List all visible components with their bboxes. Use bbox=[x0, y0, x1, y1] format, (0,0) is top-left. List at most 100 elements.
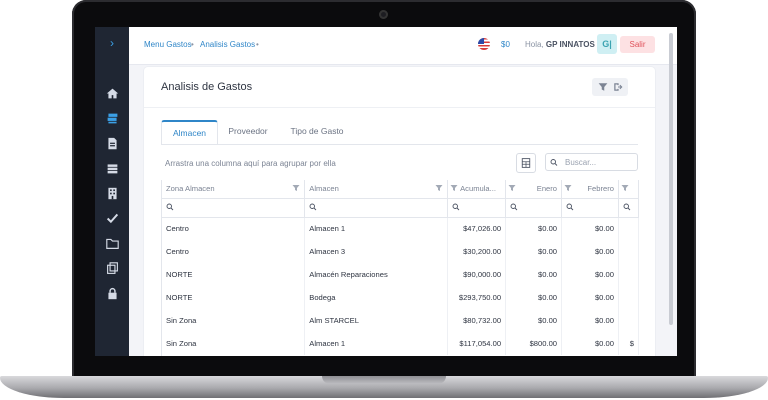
camera-icon bbox=[379, 10, 388, 19]
us-flag-icon[interactable] bbox=[478, 38, 490, 50]
search-icon bbox=[623, 203, 631, 210]
group-panel-hint[interactable]: Arrastra una columna aquí para agrupar p… bbox=[165, 159, 336, 168]
table-row[interactable]: Centro Almacen 3 $30,200.00 $0.00 $0.00 bbox=[162, 240, 639, 263]
column-filter-icon[interactable] bbox=[450, 184, 458, 192]
cell-zona: Sin Zona bbox=[162, 332, 306, 355]
breadcrumb-analisis-gastos[interactable]: Analisis Gastos bbox=[200, 40, 255, 49]
check-icon[interactable] bbox=[104, 210, 120, 226]
cell-zona: Centro bbox=[162, 217, 306, 240]
cell-almacen: Bodega bbox=[304, 286, 449, 309]
folder-icon[interactable] bbox=[104, 235, 120, 251]
top-bar: Menu Gastos • Analisis Gastos • $0 Hola,… bbox=[129, 27, 677, 65]
cell-almacen: Almacén Reparaciones bbox=[304, 263, 449, 286]
column-header-acumulado[interactable]: Acumula... bbox=[447, 180, 507, 199]
search-input[interactable] bbox=[563, 156, 637, 168]
cell-acumulado[interactable]: $90,000.00 bbox=[447, 263, 507, 286]
sidebar-toggle-chevron-right-icon[interactable]: › bbox=[104, 35, 120, 51]
page-scrollbar[interactable] bbox=[669, 33, 673, 325]
cell-zona: NORTE bbox=[162, 286, 306, 309]
cell-acumulado[interactable]: $117,054.00 bbox=[447, 332, 507, 355]
cell-almacen: Almacen 3 bbox=[304, 240, 449, 263]
column-header-marzo[interactable] bbox=[618, 180, 639, 199]
copy-icon[interactable] bbox=[104, 260, 120, 276]
search-icon bbox=[166, 203, 174, 210]
stack-icon[interactable] bbox=[104, 160, 120, 176]
home-icon[interactable] bbox=[104, 85, 120, 101]
table-row[interactable]: Sin Zona Alm STARCEL $80,732.00 $0.00 $0… bbox=[162, 309, 639, 332]
card-header-divider bbox=[144, 107, 655, 108]
cell-marzo bbox=[618, 309, 639, 332]
table-row[interactable]: NORTE Bodega $293,750.00 $0.00 $0.00 bbox=[162, 286, 639, 309]
cell-enero: $0.00 bbox=[505, 309, 563, 332]
cell-febrero: $0.00 bbox=[561, 286, 619, 309]
cell-enero[interactable]: $800.00 bbox=[505, 332, 563, 355]
header-row: Zona Almacen Almacen Acumula... Enero Fe… bbox=[162, 180, 639, 199]
cell-acumulado[interactable]: $293,750.00 bbox=[447, 286, 507, 309]
cell-acumulado[interactable]: $80,732.00 bbox=[447, 309, 507, 332]
column-filter-icon[interactable] bbox=[564, 184, 572, 192]
logout-button[interactable]: Salir bbox=[620, 36, 655, 53]
column-filter-icon[interactable] bbox=[508, 184, 516, 192]
tab-proveedor[interactable]: Proveedor bbox=[222, 120, 274, 142]
search-box bbox=[545, 153, 638, 171]
data-grid: Zona Almacen Almacen Acumula... Enero Fe… bbox=[161, 180, 639, 356]
cell-acumulado[interactable]: $47,026.00 bbox=[447, 217, 507, 240]
column-header-febrero[interactable]: Febrero bbox=[561, 180, 619, 199]
app-screen: › Menu Gastos • Analisis Gastos • $0 Hol… bbox=[95, 27, 677, 356]
cell-enero: $0.00 bbox=[505, 263, 563, 286]
breadcrumb-menu-gastos[interactable]: Menu Gastos bbox=[144, 40, 192, 49]
search-icon bbox=[309, 203, 317, 210]
column-filter-icon[interactable] bbox=[435, 184, 443, 192]
cell-febrero: $0.00 bbox=[561, 332, 619, 355]
spreadsheet-icon bbox=[521, 158, 531, 168]
table-row[interactable]: Sin Zona Almacen 1 $117,054.00 $800.00 $… bbox=[162, 332, 639, 355]
cell-marzo bbox=[618, 263, 639, 286]
layers-icon[interactable] bbox=[104, 110, 120, 126]
cell-marzo bbox=[618, 286, 639, 309]
filter-icon[interactable] bbox=[598, 82, 608, 92]
user-greeting: Hola, GP INNATOS bbox=[525, 40, 595, 49]
filter-cell[interactable] bbox=[618, 198, 639, 218]
search-icon bbox=[452, 203, 460, 210]
tab-almacen[interactable]: Almacen bbox=[161, 120, 218, 144]
filter-cell[interactable] bbox=[447, 198, 507, 218]
cell-enero: $0.00 bbox=[505, 286, 563, 309]
search-icon bbox=[566, 203, 574, 210]
avatar[interactable]: G| bbox=[597, 34, 617, 54]
tab-tipo-de-gasto[interactable]: Tipo de Gasto bbox=[282, 120, 352, 142]
column-filter-icon[interactable] bbox=[292, 184, 300, 192]
column-header-zona-almacen[interactable]: Zona Almacen bbox=[162, 180, 306, 199]
cell-febrero: $0.00 bbox=[561, 309, 619, 332]
table-row[interactable]: NORTE Almacén Reparaciones $90,000.00 $0… bbox=[162, 263, 639, 286]
cell-marzo bbox=[618, 240, 639, 263]
cell-enero: $0.00 bbox=[505, 217, 563, 240]
lock-icon[interactable] bbox=[104, 285, 120, 301]
cell-febrero: $0.00 bbox=[561, 263, 619, 286]
column-filter-icon[interactable] bbox=[621, 184, 629, 192]
column-header-enero[interactable]: Enero bbox=[505, 180, 563, 199]
cell-acumulado[interactable]: $30,200.00 bbox=[447, 240, 507, 263]
document-icon[interactable] bbox=[104, 135, 120, 151]
cell-almacen: Almacen 1 bbox=[304, 332, 449, 355]
filter-cell[interactable] bbox=[561, 198, 619, 218]
analysis-card: Analisis de Gastos Almacen Proveedor Tip… bbox=[144, 67, 655, 356]
cell-febrero: $0.00 bbox=[561, 240, 619, 263]
user-name: GP INNATOS bbox=[545, 40, 595, 49]
building-icon[interactable] bbox=[104, 185, 120, 201]
grid-table: Zona Almacen Almacen Acumula... Enero Fe… bbox=[162, 180, 639, 355]
page-title: Analisis de Gastos bbox=[161, 81, 253, 93]
laptop-notch bbox=[322, 376, 446, 384]
cell-almacen: Almacen 1 bbox=[304, 217, 449, 240]
table-row[interactable]: Centro Almacen 1 $47,026.00 $0.00 $0.00 bbox=[162, 217, 639, 240]
cell-enero: $0.00 bbox=[505, 240, 563, 263]
filter-cell[interactable] bbox=[505, 198, 563, 218]
cell-zona: NORTE bbox=[162, 263, 306, 286]
balance-amount: $0 bbox=[501, 40, 510, 49]
export-excel-button[interactable] bbox=[516, 153, 536, 173]
export-exit-icon[interactable] bbox=[613, 82, 623, 92]
tab-divider bbox=[161, 144, 638, 145]
column-header-almacen[interactable]: Almacen bbox=[304, 180, 449, 199]
search-icon bbox=[510, 203, 518, 210]
filter-cell[interactable] bbox=[162, 198, 306, 218]
filter-cell[interactable] bbox=[304, 198, 449, 218]
